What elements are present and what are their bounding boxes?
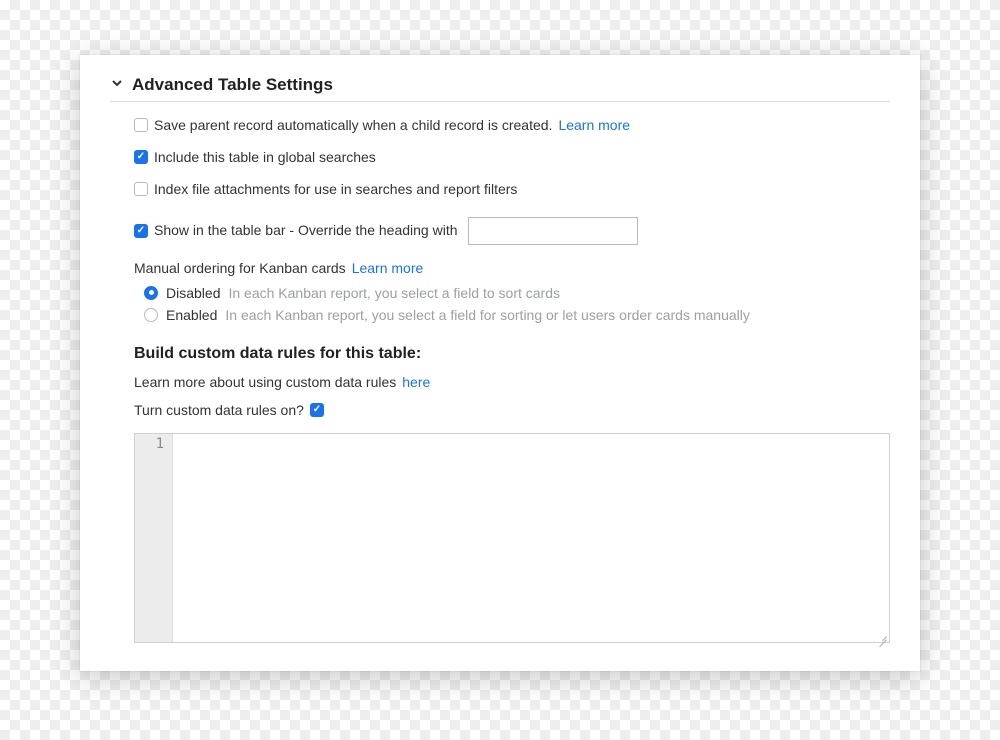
chevron-down-icon: [110, 76, 124, 95]
option-index-attachments: Index file attachments for use in search…: [134, 180, 890, 198]
global-search-label: Include this table in global searches: [154, 148, 376, 166]
custom-rules-toggle-label: Turn custom data rules on?: [134, 401, 304, 419]
save-parent-checkbox[interactable]: [134, 118, 148, 132]
option-global-search: Include this table in global searches: [134, 148, 890, 166]
index-attachments-checkbox[interactable]: [134, 182, 148, 196]
table-bar-checkbox[interactable]: [134, 224, 148, 238]
kanban-enabled-radio[interactable]: [144, 308, 158, 322]
kanban-title-row: Manual ordering for Kanban cards Learn m…: [134, 259, 890, 277]
custom-rules-learn-link[interactable]: here: [402, 373, 430, 391]
kanban-learn-more-link[interactable]: Learn more: [352, 259, 424, 277]
custom-rules-toggle-row: Turn custom data rules on?: [134, 401, 890, 419]
custom-rules-toggle-checkbox[interactable]: [310, 403, 324, 417]
kanban-enabled-label: Enabled: [166, 307, 217, 323]
section-header[interactable]: Advanced Table Settings: [110, 75, 890, 102]
global-search-checkbox[interactable]: [134, 150, 148, 164]
kanban-enabled-desc: In each Kanban report, you select a fiel…: [225, 307, 750, 323]
option-table-bar: Show in the table bar - Override the hea…: [134, 217, 890, 245]
kanban-disabled-row[interactable]: Disabled In each Kanban report, you sele…: [144, 285, 890, 301]
resize-grip-icon[interactable]: [875, 628, 887, 640]
save-parent-learn-more-link[interactable]: Learn more: [558, 116, 630, 134]
custom-rules-editor[interactable]: 1: [134, 433, 890, 643]
editor-body[interactable]: [173, 434, 889, 642]
table-bar-heading-input[interactable]: [468, 217, 638, 245]
section-content: Save parent record automatically when a …: [110, 102, 890, 643]
kanban-disabled-radio[interactable]: [144, 286, 158, 300]
kanban-disabled-label: Disabled: [166, 285, 220, 301]
advanced-table-settings-panel: Advanced Table Settings Save parent reco…: [80, 55, 920, 671]
index-attachments-label: Index file attachments for use in search…: [154, 180, 517, 198]
table-bar-label: Show in the table bar - Override the hea…: [154, 221, 458, 239]
save-parent-label: Save parent record automatically when a …: [154, 116, 552, 134]
editor-line-number: 1: [135, 434, 173, 642]
custom-rules-learn-text: Learn more about using custom data rules: [134, 373, 396, 391]
kanban-ordering-block: Manual ordering for Kanban cards Learn m…: [134, 259, 890, 323]
custom-rules-learn-row: Learn more about using custom data rules…: [134, 373, 890, 391]
custom-rules-heading: Build custom data rules for this table:: [134, 345, 890, 363]
section-title: Advanced Table Settings: [132, 75, 333, 95]
kanban-title: Manual ordering for Kanban cards: [134, 259, 346, 277]
option-save-parent: Save parent record automatically when a …: [134, 116, 890, 134]
kanban-disabled-desc: In each Kanban report, you select a fiel…: [228, 285, 560, 301]
kanban-enabled-row[interactable]: Enabled In each Kanban report, you selec…: [144, 307, 890, 323]
